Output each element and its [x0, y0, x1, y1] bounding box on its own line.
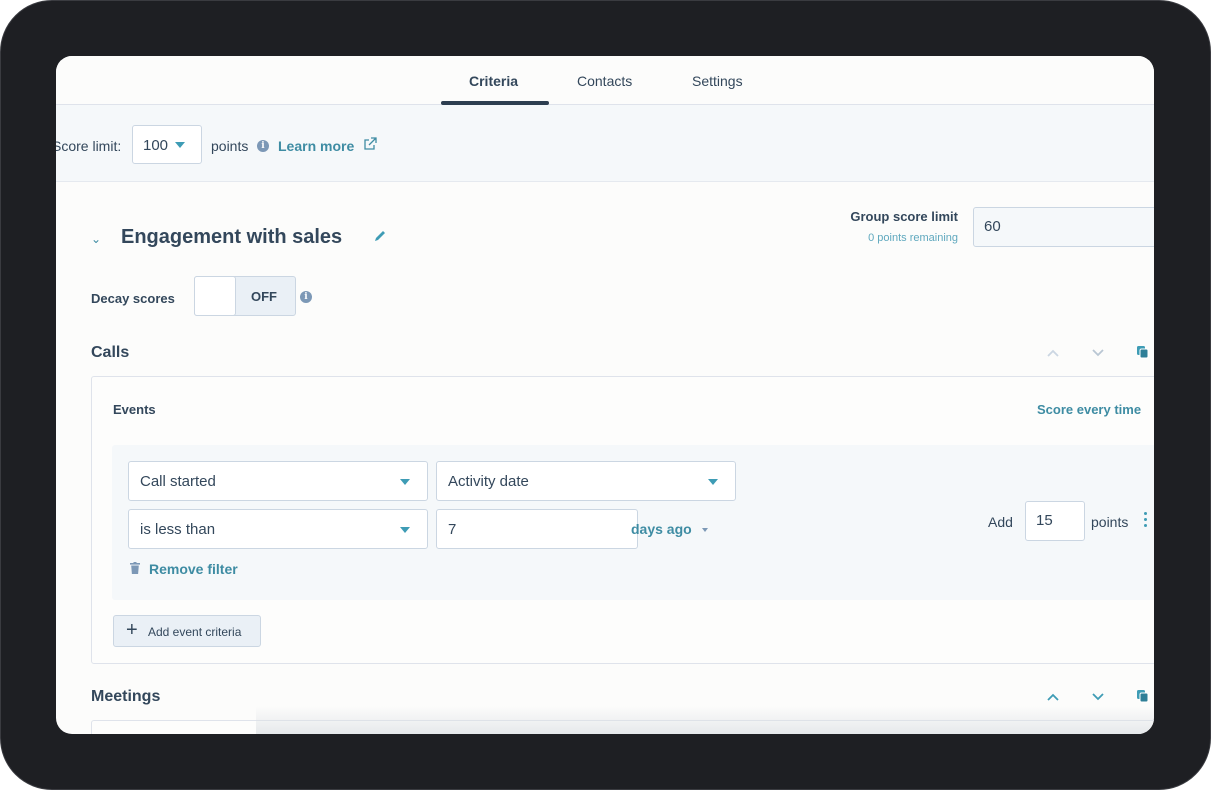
plus-icon: + [126, 619, 138, 641]
tab-criteria[interactable]: Criteria [469, 73, 518, 89]
operator-value: is less than [140, 521, 216, 538]
event-filter-group: Call started Activity date is less than … [112, 445, 1154, 600]
caret-down-icon [175, 142, 185, 148]
add-event-criteria-button[interactable]: + Add event criteria [113, 615, 261, 647]
filter-value: 7 [448, 521, 457, 538]
clone-icon[interactable] [1137, 690, 1149, 703]
clone-icon[interactable] [1137, 346, 1149, 359]
operator-select[interactable]: is less than [128, 509, 428, 549]
property-value: Activity date [448, 473, 529, 490]
points-label: points [1091, 514, 1129, 530]
add-label: Add [988, 514, 1013, 530]
more-options-icon[interactable] [1144, 512, 1148, 528]
remove-filter-link[interactable]: Remove filter [149, 561, 238, 577]
events-label: Events [113, 402, 156, 417]
points-input[interactable]: 15 [1025, 501, 1085, 541]
property-select[interactable]: Activity date [436, 461, 736, 501]
collapse-chevron-icon[interactable]: ⌄ [91, 232, 101, 246]
meetings-criteria-card [91, 720, 1154, 734]
section-title-meetings: Meetings [91, 688, 161, 705]
toggle-state: OFF [251, 289, 277, 304]
group-score-limit-label: Group score limit [850, 209, 958, 224]
calls-criteria-card: Events Score every time Call started Act… [91, 376, 1154, 664]
score-limit-value: 100 [143, 137, 169, 154]
learn-more-link[interactable]: Learn more [278, 138, 354, 154]
tab-contacts[interactable]: Contacts [577, 73, 632, 89]
points-unit-label: points [211, 138, 249, 154]
move-up-chevron-icon[interactable] [1047, 693, 1059, 701]
app-screen: Criteria Contacts Settings Score limit: … [56, 56, 1154, 734]
decay-info-icon[interactable]: i [300, 291, 312, 303]
decay-scores-label: Decay scores [91, 291, 175, 306]
score-limit-label: Score limit: [56, 138, 122, 154]
event-type-value: Call started [140, 473, 216, 490]
trash-icon[interactable] [130, 562, 140, 574]
toggle-knob [194, 276, 236, 316]
caret-down-icon [400, 527, 410, 533]
score-limit-bar: Score limit: 100 points i Learn more [56, 105, 1154, 182]
caret-down-icon [400, 479, 410, 485]
tab-bar: Criteria Contacts Settings [56, 56, 1154, 105]
group-title: Engagement with sales [121, 226, 343, 248]
external-link-icon [364, 137, 377, 150]
info-icon[interactable]: i [257, 140, 269, 152]
section-title-calls: Calls [91, 344, 130, 361]
score-frequency-link[interactable]: Score every time [1037, 402, 1141, 417]
score-limit-select[interactable]: 100 [132, 125, 202, 164]
points-remaining-text: 0 points remaining [868, 232, 958, 244]
tab-settings[interactable]: Settings [692, 73, 743, 89]
edit-pencil-icon[interactable] [373, 229, 387, 243]
move-down-chevron-icon[interactable] [1092, 349, 1104, 357]
caret-down-icon [708, 479, 718, 485]
filter-value-input[interactable]: 7 [436, 509, 638, 549]
event-type-select[interactable]: Call started [128, 461, 428, 501]
move-down-chevron-icon[interactable] [1092, 693, 1104, 701]
group-score-limit-input[interactable]: 60 [973, 207, 1154, 247]
time-unit-dropdown[interactable]: days ago [631, 521, 692, 537]
caret-down-icon [702, 528, 708, 532]
add-event-criteria-label: Add event criteria [148, 625, 242, 639]
decay-scores-toggle[interactable]: OFF [194, 276, 296, 316]
move-up-chevron-icon[interactable] [1047, 349, 1059, 357]
